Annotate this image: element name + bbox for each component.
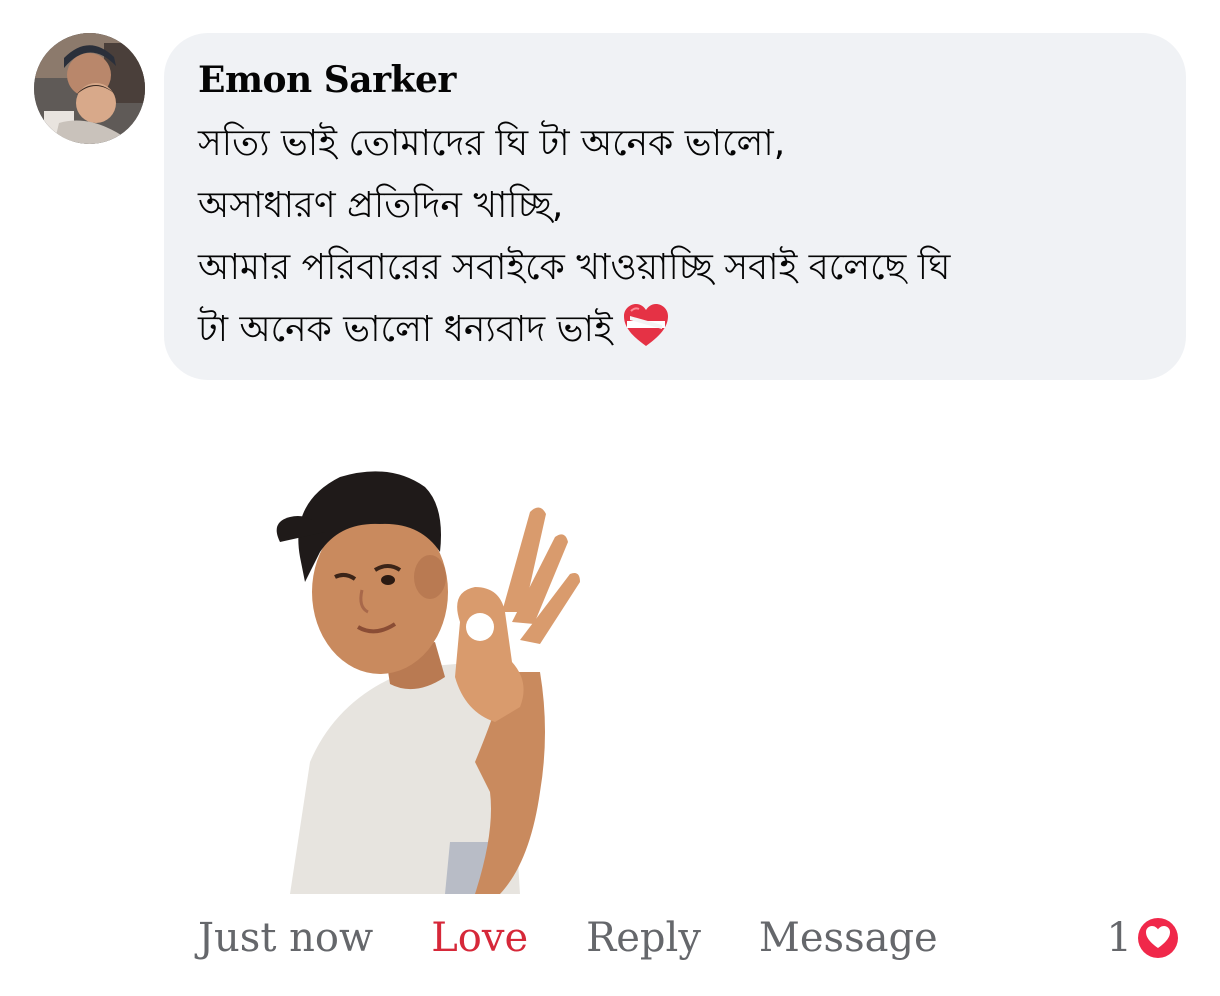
comment-body: সত্যি ভাই তোমাদের ঘি টা অনেক ভালো, অসাধা… xyxy=(198,113,1146,361)
comment-line-last: টা অনেক ভালো ধন্যবাদ ভাই xyxy=(198,299,1146,361)
message-button[interactable]: Message xyxy=(759,908,938,968)
love-button[interactable]: Love xyxy=(431,908,528,968)
comment-actions: Just now Love Reply Message xyxy=(198,908,996,968)
reply-button[interactable]: Reply xyxy=(586,908,701,968)
comment-line-text: টা অনেক ভালো ধন্যবাদ ভাই xyxy=(198,309,613,350)
comment-line: আমার পরিবারের সবাইকে খাওয়াচ্ছি সবাই বলে… xyxy=(198,247,951,288)
comment-line: সত্যি ভাই তোমাদের ঘি টা অনেক ভালো, xyxy=(198,123,786,164)
comment-timestamp[interactable]: Just now xyxy=(198,908,373,968)
avatar-ok-hand-sticker[interactable] xyxy=(250,462,610,894)
comment-author-name[interactable]: Emon Sarker xyxy=(198,57,1146,103)
avatar-photo xyxy=(34,33,145,144)
comment-bubble[interactable]: Emon Sarker সত্যি ভাই তোমাদের ঘি টা অনেক… xyxy=(164,33,1186,380)
comment-line: অসাধারণ প্রতিদিন খাচ্ছি, xyxy=(198,185,564,226)
mending-heart-icon xyxy=(621,301,671,351)
love-reaction-icon xyxy=(1136,916,1180,960)
reaction-summary[interactable]: 1 xyxy=(1107,912,1182,964)
reaction-count: 1 xyxy=(1106,915,1132,961)
author-avatar[interactable] xyxy=(34,33,145,144)
sticker-illustration xyxy=(276,471,580,894)
